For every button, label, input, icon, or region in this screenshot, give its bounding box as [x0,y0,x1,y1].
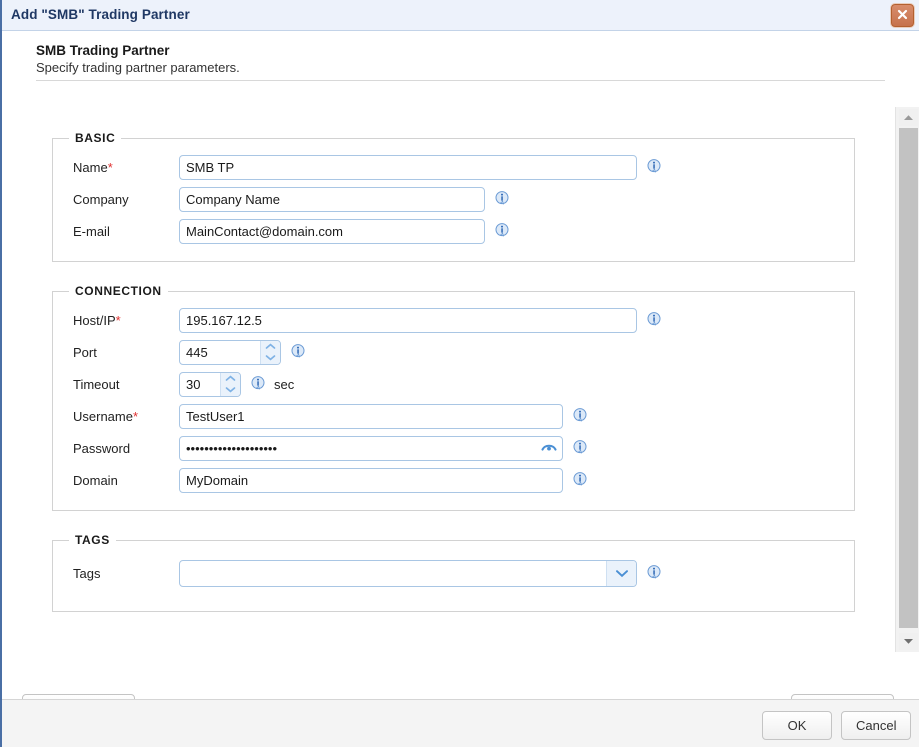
label-port: Port [73,344,97,360]
form-content: BASIC Name* Company [2,107,895,652]
tags-dropdown-button[interactable] [606,560,636,586]
scroll-down-button[interactable] [899,633,918,650]
timeout-stepper-buttons[interactable] [220,372,240,396]
chevron-up-icon [265,342,276,349]
field-row-password: Password [53,432,854,464]
scroll-up-button[interactable] [899,109,918,126]
info-icon[interactable] [647,312,661,328]
port-input[interactable] [180,340,260,364]
page-subtitle: Specify trading partner parameters. [36,60,240,75]
timeout-input[interactable] [180,372,220,396]
domain-input[interactable] [179,467,563,493]
label-tags: Tags [73,565,101,581]
chevron-down-icon [265,354,276,361]
scroll-region: BASIC Name* Company [2,107,919,652]
field-row-domain: Domain [53,464,854,496]
group-basic-legend: BASIC [75,131,116,145]
title-bar: Add "SMB" Trading Partner [2,0,919,31]
header-divider [36,80,885,81]
label-password: Password [73,440,131,456]
field-row-port: Port [53,336,854,368]
timeout-stepper[interactable] [179,371,241,397]
label-email: E-mail [73,223,110,239]
info-icon[interactable] [647,159,661,175]
group-tags: TAGS Tags [52,533,855,612]
header-block: SMB Trading Partner Specify trading part… [2,31,919,75]
password-input[interactable] [179,435,563,461]
label-host: Host/IP* [73,312,121,328]
stepper-down-button[interactable] [221,384,240,395]
field-row-email: E-mail [53,215,854,247]
username-input[interactable] [179,403,563,429]
field-row-company: Company [53,183,854,215]
label-username: Username* [73,408,139,424]
info-icon[interactable] [573,472,587,488]
tags-input[interactable] [180,560,606,586]
info-icon[interactable] [291,344,305,360]
host-ip-input[interactable] [179,307,637,333]
info-icon[interactable] [573,440,587,456]
cancel-button[interactable]: Cancel [841,711,911,740]
info-icon[interactable] [573,408,587,424]
name-input[interactable] [179,154,637,180]
tags-combobox[interactable] [179,559,637,587]
chevron-up-icon [225,374,236,381]
label-name: Name* [73,159,113,175]
required-marker: * [107,159,113,175]
chevron-down-icon [225,386,236,393]
triangle-up-icon [904,115,913,120]
field-row-username: Username* [53,400,854,432]
triangle-down-icon [904,639,913,644]
info-icon[interactable] [495,223,509,239]
label-domain: Domain [73,472,118,488]
field-row-timeout: Timeout sec [53,368,854,400]
group-tags-legend: TAGS [75,533,110,547]
ok-button[interactable]: OK [762,711,832,740]
window-title: Add "SMB" Trading Partner [11,7,190,22]
label-timeout: Timeout [73,376,120,392]
info-icon[interactable] [251,376,265,392]
info-icon[interactable] [495,191,509,207]
field-row-host: Host/IP* [53,304,854,336]
info-icon[interactable] [647,565,661,581]
stepper-up-button[interactable] [221,373,240,384]
close-button[interactable] [890,3,915,28]
port-stepper-buttons[interactable] [260,340,280,364]
dialog-footer: OK Cancel [2,699,919,747]
stepper-down-button[interactable] [261,352,280,363]
dialog-body: SMB Trading Partner Specify trading part… [2,31,919,747]
chevron-down-icon [615,569,628,577]
eye-icon [541,444,557,451]
group-basic: BASIC Name* Company [52,131,855,262]
dialog-window: Add "SMB" Trading Partner SMB Trading Pa… [0,0,919,747]
vertical-scrollbar[interactable] [895,107,919,652]
field-row-tags: Tags [53,553,854,593]
timeout-unit-label: sec [274,376,295,392]
close-icon [897,9,908,20]
group-connection: CONNECTION Host/IP* Port [52,284,855,511]
stepper-up-button[interactable] [261,341,280,352]
group-connection-legend: CONNECTION [75,284,162,298]
email-input[interactable] [179,218,485,244]
password-field-wrapper [179,435,563,461]
port-stepper[interactable] [179,339,281,365]
scrollbar-thumb[interactable] [899,128,918,628]
field-row-name: Name* [53,151,854,183]
page-title: SMB Trading Partner [36,43,170,58]
company-input[interactable] [179,186,485,212]
label-company: Company [73,191,129,207]
password-reveal-button[interactable] [540,440,558,456]
